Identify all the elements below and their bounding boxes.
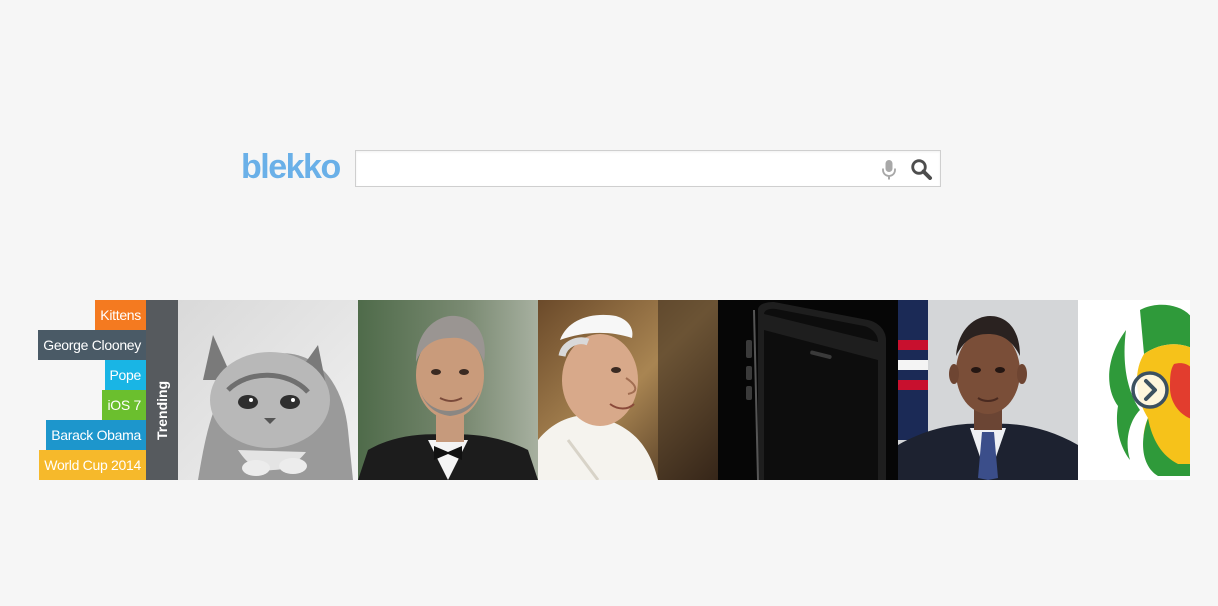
trending-tag-george-clooney[interactable]: George Clooney (38, 330, 146, 360)
blekko-logo[interactable]: blekko (241, 147, 341, 187)
search-box (355, 150, 941, 187)
magnifier-icon[interactable] (910, 158, 934, 180)
trending-label: Trending (154, 380, 170, 440)
trending-bar: Trending (146, 300, 178, 480)
trending-tag-kittens[interactable]: Kittens (95, 300, 146, 330)
iphone-image[interactable] (718, 300, 898, 480)
trending-tag-world-cup-2014[interactable]: World Cup 2014 (39, 450, 146, 480)
microphone-icon[interactable] (880, 159, 898, 181)
pope-image[interactable] (538, 300, 718, 480)
page: blekko Kittens George Clooney Pope iOS 7… (0, 0, 1218, 606)
trending-tag-ios7[interactable]: iOS 7 (102, 390, 146, 420)
search-input[interactable] (362, 156, 866, 182)
kitten-image[interactable] (178, 300, 358, 480)
trending-tags: Kittens George Clooney Pope iOS 7 Barack… (0, 300, 146, 480)
george-clooney-image[interactable] (358, 300, 538, 480)
trending-tag-pope[interactable]: Pope (104, 360, 146, 390)
trending-carousel (178, 300, 1190, 480)
trending-tag-barack-obama[interactable]: Barack Obama (46, 420, 146, 450)
chevron-right-icon[interactable] (1130, 370, 1170, 410)
barack-obama-image[interactable] (898, 300, 1078, 480)
